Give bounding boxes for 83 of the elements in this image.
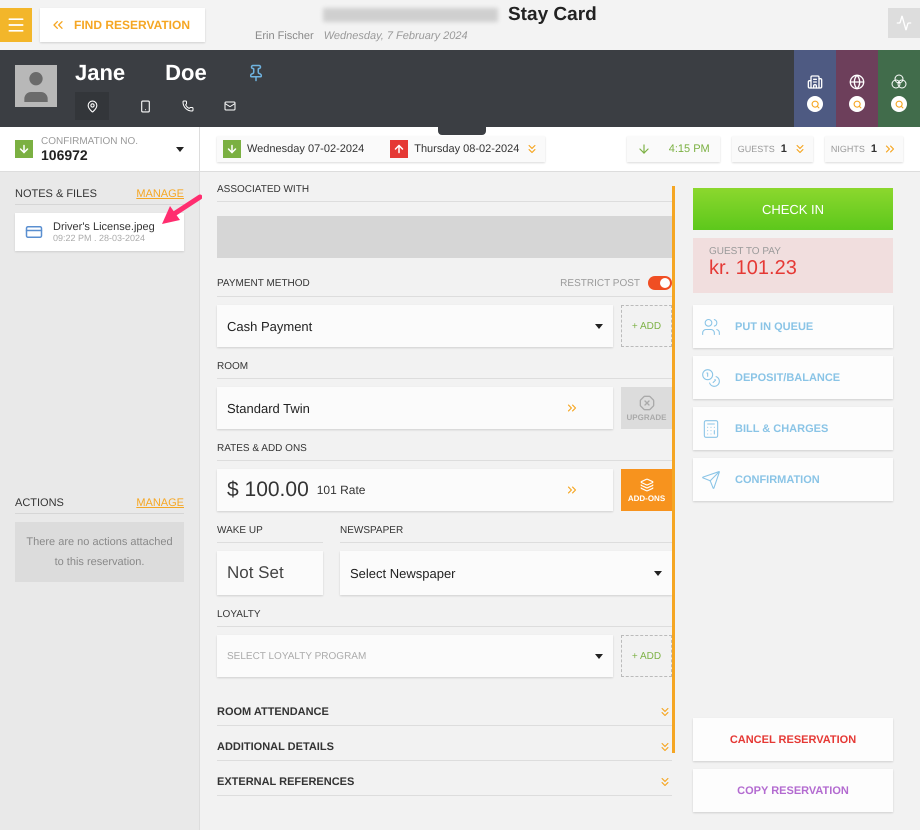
- newspaper-select[interactable]: Select Newspaper: [340, 551, 672, 595]
- confirmation-label: CONFIRMATION NO.: [41, 136, 140, 146]
- envelope-icon: [701, 470, 721, 490]
- file-name: Driver's License.jpeg: [53, 221, 155, 233]
- loyalty-select[interactable]: SELECT LOYALTY PROGRAM: [217, 635, 613, 677]
- add-ons-button[interactable]: ADD-ONS: [621, 469, 672, 511]
- guests-label: GUESTS: [738, 144, 775, 154]
- drawer-handle[interactable]: [438, 127, 486, 135]
- file-timestamp: 09:22 PM . 28-03-2024: [53, 233, 146, 243]
- search-icon: [891, 96, 907, 112]
- mobile-icon[interactable]: [139, 100, 152, 112]
- guests-selector[interactable]: GUESTS 1: [732, 136, 813, 162]
- mail-icon[interactable]: [224, 100, 236, 112]
- location-button[interactable]: [75, 92, 109, 120]
- collapsible-section[interactable]: ADDITIONAL DETAILS: [217, 726, 672, 761]
- rate-amount: $ 100.00: [227, 478, 309, 502]
- restrict-post-toggle[interactable]: [648, 276, 672, 290]
- arrival-date: Wednesday 07-02-2024: [247, 143, 364, 155]
- user-name: Erin Fischer: [255, 30, 314, 42]
- profile-tab[interactable]: [836, 50, 878, 127]
- departure-date: Thursday 08-02-2024: [414, 143, 520, 155]
- check-in-button[interactable]: CHECK IN: [693, 188, 893, 230]
- nights-selector[interactable]: NIGHTS 1: [824, 136, 903, 162]
- find-reservation-button[interactable]: FIND RESERVATION: [40, 8, 205, 42]
- page-title: Stay Card: [508, 4, 597, 26]
- room-field[interactable]: Standard Twin: [217, 387, 613, 429]
- field-label: WAKE UP: [217, 525, 263, 536]
- line-chart-icon: [896, 15, 912, 31]
- empty-actions-message: There are no actions attached to this reservation.: [15, 522, 184, 582]
- field-label: PAYMENT METHOD: [217, 278, 310, 288]
- field-label: LOYALTY: [217, 609, 261, 620]
- action-button[interactable]: PUT IN QUEUE: [693, 305, 893, 348]
- people-icon: [701, 316, 721, 336]
- field-label: NEWSPAPER: [340, 525, 404, 536]
- current-date: Wednesday, 7 February 2024: [324, 30, 468, 42]
- rate-name: 101 Rate: [316, 483, 366, 497]
- circles-icon: [890, 74, 908, 90]
- arrival-time[interactable]: 4:15 PM: [626, 136, 720, 162]
- time-value: 4:15 PM: [668, 143, 710, 155]
- dropdown-caret-icon[interactable]: [176, 146, 184, 152]
- wake-up-field[interactable]: Not Set: [217, 551, 323, 595]
- section-title: ACTIONS: [15, 497, 64, 509]
- file-card[interactable]: Driver's License.jpeg 09:22 PM . 28-03-2024: [15, 213, 184, 251]
- field-label: ROOM: [217, 361, 248, 372]
- octagon-x-icon: [638, 394, 654, 410]
- first-name: Jane: [75, 60, 126, 86]
- calculator-icon: [701, 418, 721, 438]
- field-label: RATES & ADD ONS: [217, 443, 307, 454]
- last-name: Doe: [165, 60, 207, 86]
- payment-select[interactable]: Cash Payment: [217, 305, 613, 347]
- action-button[interactable]: BILL & CHARGES: [693, 407, 893, 450]
- collapsible-section[interactable]: EXTERNAL REFERENCES: [217, 761, 672, 796]
- profile-tab[interactable]: [878, 50, 920, 127]
- copy-reservation-button[interactable]: COPY RESERVATION: [693, 769, 893, 812]
- stay-dates[interactable]: Wednesday 07-02-2024 Thursday 08-02-2024: [217, 136, 546, 162]
- phone-icon[interactable]: [182, 100, 194, 112]
- associated-field[interactable]: [217, 216, 672, 258]
- departure-icon: [390, 140, 408, 158]
- balance-amount: kr. 101.23: [709, 257, 798, 280]
- action-button[interactable]: CONFIRMATION: [693, 458, 893, 501]
- arrival-icon: [15, 140, 33, 158]
- cancel-reservation-button[interactable]: CANCEL RESERVATION: [693, 718, 893, 761]
- nights-label: NIGHTS: [830, 144, 865, 154]
- restrict-post-label: RESTRICT POST: [560, 278, 640, 288]
- id-card-icon: [25, 223, 43, 241]
- rate-field[interactable]: $ 100.00 101 Rate: [217, 469, 613, 511]
- layers-icon: [640, 478, 654, 492]
- field-label: ASSOCIATED WITH: [217, 184, 310, 195]
- guests-count: 1: [780, 143, 787, 155]
- section-title: NOTES & FILES: [15, 188, 97, 200]
- balance-label: GUEST TO PAY: [709, 246, 782, 257]
- nights-count: 1: [870, 143, 877, 155]
- search-icon: [807, 96, 823, 112]
- collapsible-section[interactable]: ROOM ATTENDANCE: [217, 691, 672, 726]
- confirmation-number: 106972: [41, 146, 89, 162]
- globe-icon: [849, 74, 865, 90]
- arrival-icon: [223, 140, 241, 158]
- location-icon: [86, 100, 98, 112]
- search-icon: [849, 96, 865, 112]
- action-button[interactable]: DEPOSIT/BALANCE: [693, 356, 893, 399]
- building-icon: [807, 74, 823, 90]
- coins-icon: [701, 368, 721, 388]
- profile-tab[interactable]: [794, 50, 836, 127]
